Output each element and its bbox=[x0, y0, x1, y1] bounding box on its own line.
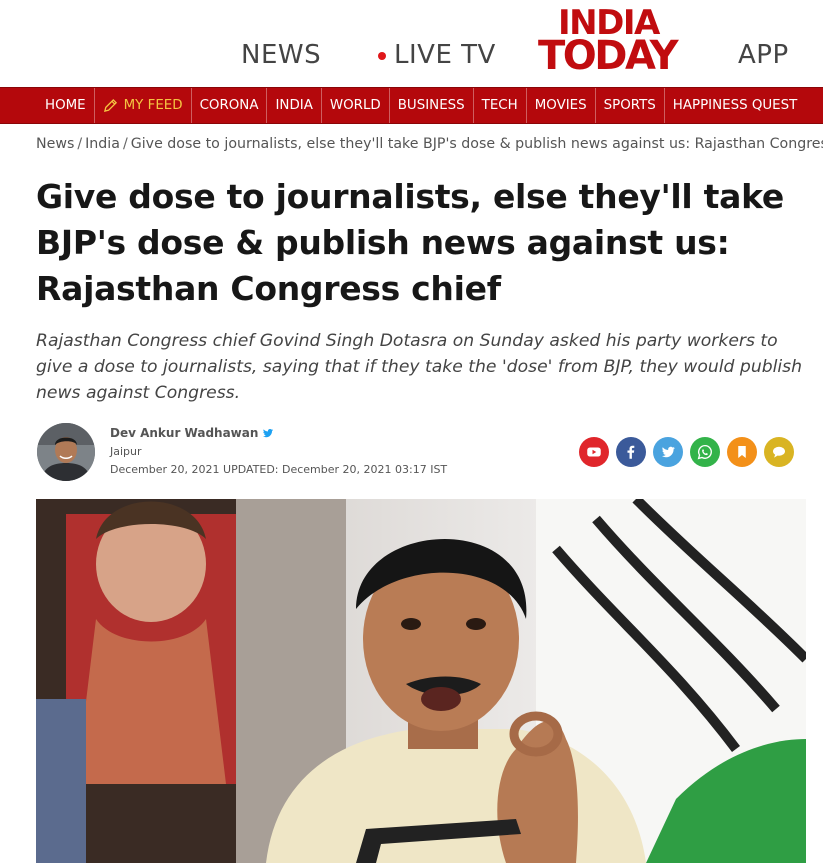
site-header: NEWS LIVE TV INDIA TODAY APP bbox=[0, 0, 823, 88]
live-dot-icon bbox=[378, 52, 386, 60]
facebook-icon bbox=[627, 445, 635, 459]
twitter-share-button[interactable] bbox=[653, 437, 683, 467]
youtube-icon bbox=[587, 447, 601, 457]
article-date: December 20, 2021 UPDATED: December 20, … bbox=[110, 463, 448, 476]
youtube-share-button[interactable] bbox=[579, 437, 609, 467]
nav-item-happiness-quest[interactable]: HAPPINESS QUEST bbox=[665, 88, 806, 123]
comment-icon bbox=[773, 446, 785, 458]
breadcrumb: News / India / Give dose to journalists, els… bbox=[36, 136, 823, 152]
news-link[interactable]: NEWS bbox=[241, 40, 321, 70]
bookmark-button[interactable] bbox=[727, 437, 757, 467]
whatsapp-icon bbox=[697, 444, 712, 460]
author-name-text: Dev Ankur Wadhawan bbox=[110, 426, 259, 440]
nav-item-movies[interactable]: MOVIES bbox=[527, 88, 596, 123]
article-summary: Rajasthan Congress chief Govind Singh Do… bbox=[36, 331, 803, 403]
nav-item-tech[interactable]: TECH bbox=[474, 88, 527, 123]
nav-item-home[interactable]: HOME bbox=[0, 88, 95, 123]
logo-line-2: TODAY bbox=[538, 33, 679, 79]
india-today-logo[interactable]: INDIA TODAY bbox=[538, 6, 684, 79]
author-name[interactable]: Dev Ankur Wadhawan bbox=[110, 426, 274, 440]
share-bar bbox=[579, 437, 794, 467]
breadcrumb-separator: / bbox=[77, 136, 83, 152]
avatar-photo bbox=[37, 423, 95, 481]
twitter-bird-icon[interactable] bbox=[262, 427, 274, 439]
nav-item-india[interactable]: INDIA bbox=[267, 88, 322, 123]
breadcrumb-india[interactable]: India bbox=[85, 136, 120, 152]
nav-item-world[interactable]: WORLD bbox=[322, 88, 390, 123]
hero-photo bbox=[36, 499, 806, 863]
comment-button[interactable] bbox=[764, 437, 794, 467]
nav-item-my-feed[interactable]: MY FEED bbox=[95, 88, 192, 123]
bookmark-icon bbox=[738, 446, 746, 458]
breadcrumb-separator: / bbox=[122, 136, 128, 152]
nav-item-business[interactable]: BUSINESS bbox=[390, 88, 474, 123]
breadcrumb-news[interactable]: News bbox=[36, 136, 74, 152]
twitter-icon bbox=[662, 446, 675, 458]
app-link[interactable]: APP bbox=[738, 40, 789, 70]
article-title: Give dose to journalists, else they'll t… bbox=[36, 177, 784, 308]
nav-item-sports[interactable]: SPORTS bbox=[596, 88, 665, 123]
whatsapp-share-button[interactable] bbox=[690, 437, 720, 467]
author-avatar[interactable] bbox=[37, 423, 95, 481]
live-tv-link[interactable]: LIVE TV bbox=[378, 40, 496, 70]
author-location: Jaipur bbox=[110, 445, 142, 458]
nav-item-corona[interactable]: CORONA bbox=[192, 88, 268, 123]
article-hero-image bbox=[36, 499, 806, 863]
my-feed-label: MY FEED bbox=[123, 98, 183, 113]
pencil-icon bbox=[103, 98, 117, 113]
main-nav: HOME MY FEED CORONA INDIA WORLD BUSINESS… bbox=[0, 87, 823, 124]
facebook-share-button[interactable] bbox=[616, 437, 646, 467]
live-tv-label: LIVE TV bbox=[394, 40, 496, 70]
breadcrumb-current: Give dose to journalists, else they'll t… bbox=[130, 136, 823, 152]
